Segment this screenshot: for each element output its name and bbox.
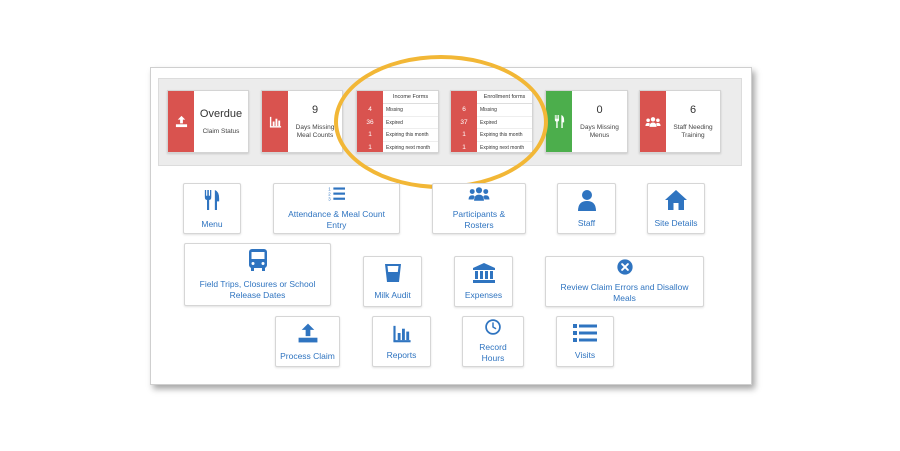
fork-knife-icon xyxy=(204,189,220,210)
expenses-label: Expenses xyxy=(464,289,503,300)
meal-counts-value: 9 xyxy=(311,103,319,116)
menus-label: Days Missing Menus xyxy=(580,123,619,139)
fork-knife-icon xyxy=(546,91,572,152)
menu-button[interactable]: Menu xyxy=(183,183,241,234)
training-card[interactable]: 6 Staff Needing Training xyxy=(639,90,721,153)
enrollment-expired-count: 37 xyxy=(460,118,468,126)
enrollment-missing-count: 6 xyxy=(462,106,466,113)
income-forms-card[interactable]: 4 36 1 1 Income Forms Missing Expired Ex… xyxy=(356,90,439,153)
site-details-button[interactable]: Site Details xyxy=(647,183,705,234)
group-icon xyxy=(468,187,490,201)
process-claim-label: Process Claim xyxy=(280,350,335,361)
training-value: 6 xyxy=(689,103,697,116)
income-missing-label: Missing xyxy=(383,104,438,117)
site-details-label: Site Details xyxy=(654,217,698,228)
bar-chart-icon xyxy=(262,91,288,152)
staff-label: Staff xyxy=(577,217,596,228)
svg-text:2: 2 xyxy=(328,191,331,196)
visits-label: Visits xyxy=(574,349,596,360)
reports-label: Reports xyxy=(386,349,417,360)
income-expired-count: 36 xyxy=(366,118,374,126)
staff-button[interactable]: Staff xyxy=(557,183,616,234)
enrollment-expired-label: Expired xyxy=(477,117,532,129)
menu-label: Menu xyxy=(201,218,223,229)
record-hours-label: Record Hours xyxy=(479,342,507,363)
enrollment-forms-card[interactable]: 6 37 1 1 Enrollment forms Missing Expire… xyxy=(450,90,533,153)
home-icon xyxy=(665,189,687,210)
menus-value: 0 xyxy=(596,103,603,116)
reports-button[interactable]: Reports xyxy=(372,316,431,367)
record-hours-button[interactable]: Record Hours xyxy=(462,316,524,367)
enrollment-forms-title: Enrollment forms xyxy=(477,91,532,104)
claim-status-card[interactable]: Overdue Claim Status xyxy=(167,90,249,153)
claim-status-value: Overdue xyxy=(199,107,243,120)
clock-icon xyxy=(485,319,501,335)
bus-icon xyxy=(248,249,267,271)
enrollment-expiring-next-count: 1 xyxy=(462,143,466,151)
field-trips-button[interactable]: Field Trips, Closures or School Release … xyxy=(184,243,331,306)
enrollment-expiring-this-count: 1 xyxy=(462,131,466,138)
income-expiring-this-label: Expiring this month xyxy=(383,129,438,142)
income-expiring-this-count: 1 xyxy=(368,131,372,138)
income-expiring-next-count: 1 xyxy=(368,143,372,151)
income-missing-count: 4 xyxy=(368,106,372,113)
milk-audit-button[interactable]: Milk Audit xyxy=(363,256,422,307)
expenses-button[interactable]: Expenses xyxy=(454,256,513,307)
list-icon xyxy=(573,323,597,342)
svg-text:1: 1 xyxy=(328,186,331,191)
review-claim-label: Review Claim Errors and Disallow Meals xyxy=(560,282,689,303)
upload-icon xyxy=(168,91,194,152)
attendance-label: Attendance & Meal Count Entry xyxy=(288,209,385,230)
glass-icon xyxy=(384,263,401,282)
claim-status-label: Claim Status xyxy=(202,127,240,135)
enrollment-missing-label: Missing xyxy=(477,104,532,117)
income-expiring-next-label: Expiring next month xyxy=(386,144,431,151)
numbered-list-icon: 123 xyxy=(328,186,345,202)
enrollment-expiring-this-label: Expiring this month xyxy=(477,129,532,142)
milk-audit-label: Milk Audit xyxy=(374,289,411,300)
training-label: Staff Needing Training xyxy=(673,123,713,139)
meal-counts-card[interactable]: 9 Days Missing Meal Counts xyxy=(261,90,343,153)
svg-text:3: 3 xyxy=(328,197,331,202)
bar-chart-icon xyxy=(392,325,411,342)
income-forms-title: Income Forms xyxy=(383,91,438,104)
participants-button[interactable]: Participants & Rosters xyxy=(432,183,526,234)
meal-counts-label: Days Missing Meal Counts xyxy=(295,123,335,139)
bank-icon xyxy=(472,262,495,283)
times-circle-icon xyxy=(616,259,633,275)
user-icon xyxy=(577,189,596,211)
process-claim-button[interactable]: Process Claim xyxy=(275,316,340,367)
income-expired-label: Expired xyxy=(383,117,438,129)
menus-card[interactable]: 0 Days Missing Menus xyxy=(545,90,628,153)
participants-label: Participants & Rosters xyxy=(452,209,506,230)
attendance-button[interactable]: 123 Attendance & Meal Count Entry xyxy=(273,183,400,234)
group-icon xyxy=(640,91,666,152)
enrollment-expiring-next-label: Expiring next month xyxy=(480,144,525,151)
upload-icon xyxy=(298,323,317,342)
visits-button[interactable]: Visits xyxy=(556,316,614,367)
review-claim-button[interactable]: Review Claim Errors and Disallow Meals xyxy=(545,256,704,307)
field-trips-label: Field Trips, Closures or School Release … xyxy=(199,279,316,300)
